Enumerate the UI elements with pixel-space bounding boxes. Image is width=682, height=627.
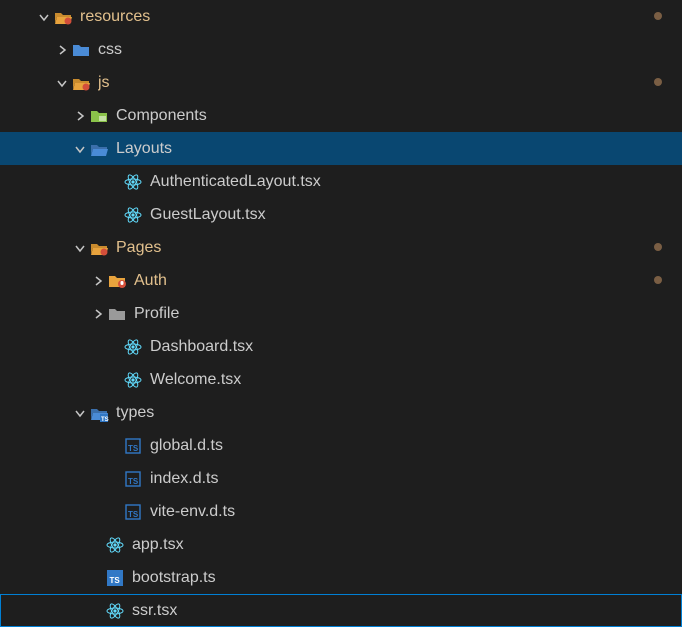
folder-open-modified-icon (88, 237, 110, 259)
tree-item[interactable]: vite-env.d.ts (0, 495, 682, 528)
tree-item-label: Pages (116, 239, 161, 257)
react-icon (122, 336, 144, 358)
react-icon (122, 369, 144, 391)
tree-item-label: AuthenticatedLayout.tsx (150, 173, 321, 191)
tree-item[interactable]: Pages (0, 231, 682, 264)
tree-item[interactable]: css (0, 33, 682, 66)
tree-item-label: Dashboard.tsx (150, 338, 253, 356)
tree-item-label: index.d.ts (150, 470, 218, 488)
tree-item-label: vite-env.d.ts (150, 503, 235, 521)
tree-item[interactable]: types (0, 396, 682, 429)
react-icon (122, 171, 144, 193)
tree-item-label: Components (116, 107, 207, 125)
tree-item-label: types (116, 404, 154, 422)
folder-grey-icon (106, 303, 128, 325)
react-icon (104, 534, 126, 556)
folder-blue-icon (70, 39, 92, 61)
tree-item-label: Profile (134, 305, 179, 323)
chevron-down-icon[interactable] (72, 240, 88, 256)
tree-item[interactable]: Welcome.tsx (0, 363, 682, 396)
react-icon (104, 600, 126, 622)
tree-item[interactable]: js (0, 66, 682, 99)
tree-item-label: resources (80, 8, 150, 26)
tree-item-label: ssr.tsx (132, 602, 177, 620)
tree-item[interactable]: bootstrap.ts (0, 561, 682, 594)
ts-icon (122, 435, 144, 457)
tree-item-label: bootstrap.ts (132, 569, 216, 587)
tree-item[interactable]: AuthenticatedLayout.tsx (0, 165, 682, 198)
tree-item[interactable]: app.tsx (0, 528, 682, 561)
modified-indicator (654, 276, 662, 284)
modified-indicator (654, 78, 662, 86)
modified-indicator (654, 243, 662, 251)
tree-item-label: global.d.ts (150, 437, 223, 455)
tree-item[interactable]: Components (0, 99, 682, 132)
tree-item[interactable]: resources (0, 0, 682, 33)
tree-item-label: Welcome.tsx (150, 371, 241, 389)
tree-item-label: Layouts (116, 140, 172, 158)
chevron-right-icon[interactable] (90, 273, 106, 289)
tree-item[interactable]: Profile (0, 297, 682, 330)
chevron-down-icon[interactable] (54, 75, 70, 91)
file-tree: resources css js Components Layouts Authentic… (0, 0, 682, 627)
folder-open-blue-icon (88, 138, 110, 160)
folder-open-blue-ts-icon (88, 402, 110, 424)
tree-item[interactable]: GuestLayout.tsx (0, 198, 682, 231)
react-icon (122, 204, 144, 226)
tree-item-label: css (98, 41, 122, 59)
chevron-right-icon[interactable] (72, 108, 88, 124)
chevron-right-icon[interactable] (54, 42, 70, 58)
tree-item[interactable]: index.d.ts (0, 462, 682, 495)
chevron-right-icon[interactable] (90, 306, 106, 322)
chevron-down-icon[interactable] (72, 405, 88, 421)
folder-open-modified-icon (52, 6, 74, 28)
tree-item[interactable]: global.d.ts (0, 429, 682, 462)
tree-item-label: Auth (134, 272, 167, 290)
ts-icon (122, 468, 144, 490)
chevron-down-icon[interactable] (72, 141, 88, 157)
tree-item-label: GuestLayout.tsx (150, 206, 266, 224)
modified-indicator (654, 12, 662, 20)
tree-item[interactable]: Dashboard.tsx (0, 330, 682, 363)
tree-item-label: app.tsx (132, 536, 184, 554)
chevron-down-icon[interactable] (36, 9, 52, 25)
folder-orange-badge-icon (106, 270, 128, 292)
tree-item[interactable]: Layouts (0, 132, 682, 165)
folder-green-icon (88, 105, 110, 127)
tree-item-label: js (98, 74, 110, 92)
tree-item[interactable]: ssr.tsx (0, 594, 682, 627)
tree-item[interactable]: Auth (0, 264, 682, 297)
ts-icon (122, 501, 144, 523)
ts-filled-icon (104, 567, 126, 589)
folder-open-modified-icon (70, 72, 92, 94)
